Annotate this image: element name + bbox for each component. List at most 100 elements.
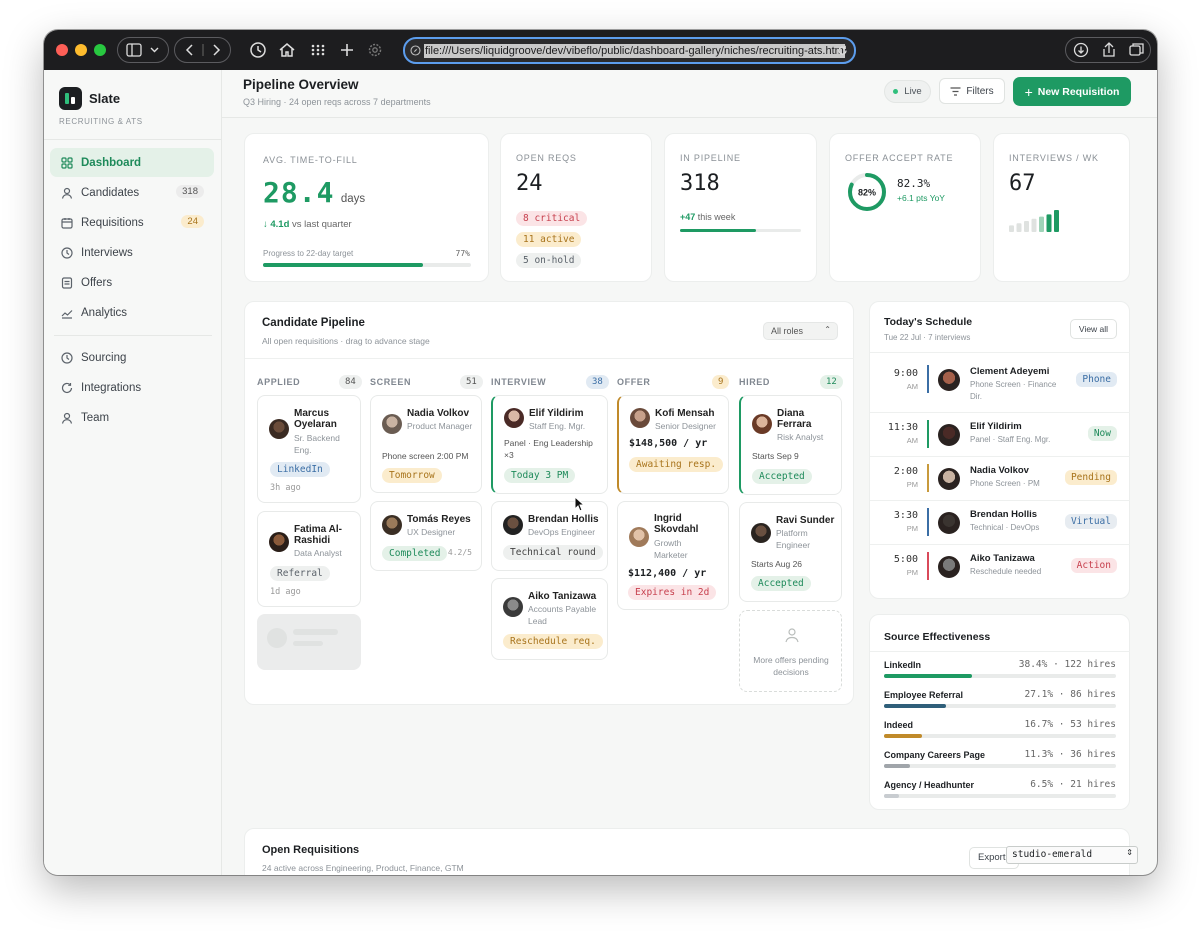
kpi-label: OPEN REQS — [516, 153, 577, 163]
candidate-card[interactable]: Aiko Tanizawa Accounts Payable Lead Resc… — [491, 578, 608, 660]
candidate-role: Sr. Backend Eng. — [294, 433, 340, 455]
schedule-row[interactable]: 3:30 PM Brendan Hollis Technical · DevOps Vi… — [870, 500, 1130, 544]
spark-bar — [1009, 225, 1014, 232]
candidate-card[interactable]: Tomás Reyes UX Designer Completed 4.2/5 — [370, 501, 482, 571]
brand-name: Slate — [89, 91, 121, 106]
schedule-time: 2:00 — [893, 466, 918, 477]
candidate-note: Starts Aug 26 — [751, 559, 803, 569]
tabs-overview-icon[interactable] — [1129, 43, 1144, 56]
avatar — [752, 414, 772, 434]
candidate-role: Accounts Payable Lead — [528, 604, 597, 626]
candidate-card[interactable]: Fatima Al-Rashidi Data Analyst Referral … — [257, 511, 361, 607]
new-requisition-button[interactable]: + New Requisition — [1013, 77, 1131, 106]
refresh-icon — [60, 381, 74, 395]
sidebar-item-offers[interactable]: Offers — [50, 268, 214, 297]
onhold-badge: 5 on-hold — [516, 253, 582, 268]
kpi-delta: +6.1 pts YoY — [897, 193, 945, 203]
page-header: Pipeline Overview Q3 Hiring · 24 open re… — [222, 70, 1157, 118]
schedule-time: 9:00 — [893, 368, 918, 379]
spark-bar — [1046, 214, 1052, 232]
panel-title: Open Requisitions — [262, 844, 360, 856]
offer-amount: $112,400 / yr — [628, 568, 707, 579]
home-icon[interactable] — [275, 38, 299, 62]
kpi-value: 318 — [680, 171, 720, 196]
avatar — [751, 523, 771, 543]
candidate-name: Elif Yildirim — [529, 408, 584, 419]
status-tag: Today 3 PM — [504, 468, 576, 483]
download-icon[interactable] — [1073, 42, 1089, 58]
candidate-card[interactable]: Elif Yildirim Staff Eng. Mgr. Panel · En… — [491, 395, 608, 494]
zoom-window-button[interactable] — [94, 44, 106, 56]
kpi-value: 82.3% — [897, 177, 931, 190]
share-icon[interactable] — [1103, 42, 1115, 57]
minimize-window-button[interactable] — [75, 44, 87, 56]
avatar — [630, 408, 650, 428]
settings-gear-icon[interactable] — [363, 38, 387, 62]
candidate-card[interactable]: Ravi Sunder Platform Engineer Starts Aug… — [739, 502, 842, 602]
schedule-tag: Action — [1070, 558, 1117, 573]
candidate-role: DevOps Engineer — [528, 527, 596, 537]
candidate-card[interactable]: Kofi Mensah Senior Designer $148,500 / y… — [617, 395, 729, 494]
forward-icon[interactable] — [213, 44, 221, 56]
address-bar[interactable]: file:///Users/liquidgroove/dev/vibeflo/p… — [403, 37, 856, 64]
column-header-offer: OFFER — [617, 377, 651, 387]
spark-bar — [1039, 216, 1044, 232]
sidebar-item-requisitions[interactable]: Requisitions 24 — [50, 208, 214, 237]
sidebar-icon — [126, 43, 159, 57]
schedule-row[interactable]: 2:00 PM Nadia Volkov Phone Screen · PM Pendi… — [870, 456, 1130, 500]
candidate-name: Nadia Volkov — [407, 408, 470, 419]
schedule-row[interactable]: 5:00 PM Aiko Tanizawa Reschedule needed Acti… — [870, 544, 1130, 588]
schedule-ampm: PM — [906, 480, 918, 489]
back-icon[interactable] — [185, 44, 193, 56]
close-window-button[interactable] — [56, 44, 68, 56]
schedule-row[interactable]: 9:00 AM Clement Adeyemi Phone Screen · Fina… — [870, 365, 1130, 412]
progress-label: Progress to 22-day target — [263, 249, 354, 258]
avatar — [938, 556, 960, 578]
column-header-hired: HIRED — [739, 377, 771, 387]
theme-select[interactable]: studio-emerald ⇕ — [1006, 846, 1138, 864]
new-tab-plus-icon[interactable] — [335, 38, 359, 62]
browser-toolbar: file:///Users/liquidgroove/dev/vibeflo/p… — [44, 30, 1157, 70]
filters-button[interactable]: Filters — [939, 78, 1005, 104]
kpi-value: 28.4 — [263, 176, 335, 209]
grid-apps-icon[interactable] — [306, 38, 330, 62]
panel-title: Today's Schedule — [884, 316, 973, 328]
sidebar-item-interviews[interactable]: Interviews — [50, 238, 214, 267]
sidebar-item-integrations[interactable]: Integrations — [50, 373, 214, 402]
column-header-screen: SCREEN — [370, 377, 412, 387]
sidebar-item-candidates[interactable]: Candidates 318 — [50, 178, 214, 207]
history-clock-icon[interactable] — [246, 38, 270, 62]
source-stat: 27.1% · 86 hires — [1024, 689, 1116, 700]
schedule-ampm: AM — [906, 382, 918, 391]
candidate-card[interactable]: Brendan Hollis DevOps Engineer Technical… — [491, 501, 608, 571]
candidate-note: Phone screen 2:00 PM — [382, 451, 469, 461]
source-bar-track — [884, 794, 1116, 798]
sidebar-item-dashboard[interactable]: Dashboard — [50, 148, 214, 177]
sidebar-item-label: Team — [81, 411, 110, 424]
schedule-time: 3:30 — [893, 510, 918, 521]
avatar — [938, 424, 960, 446]
todays-schedule-panel: Today's Schedule Tue 22 Jul · 7 intervie… — [869, 301, 1130, 599]
schedule-time: 11:30 — [887, 422, 918, 433]
sidebar-item-analytics[interactable]: Analytics — [50, 298, 214, 327]
kpi-delta: +47 — [680, 212, 696, 222]
sidebar-item-team[interactable]: Team — [50, 403, 214, 432]
candidate-card[interactable]: Marcus Oyelaran Sr. Backend Eng. LinkedI… — [257, 395, 361, 503]
sidebar-toggle-button[interactable] — [117, 37, 169, 63]
schedule-accent — [927, 420, 929, 448]
source-row: Agency / Headhunter 6.5% · 21 hires — [870, 777, 1130, 807]
reload-icon[interactable] — [836, 44, 849, 57]
column-header-applied: APPLIED — [257, 377, 301, 387]
roles-filter-select[interactable]: All roles ⌃ — [763, 322, 838, 340]
more-offers-text: More offers pending decisions — [753, 655, 829, 677]
sidebar-item-sourcing[interactable]: Sourcing — [50, 343, 214, 372]
schedule-row[interactable]: 11:30 AM Elif Yildirim Panel · Staff Eng. M… — [870, 412, 1130, 456]
source-list: LinkedIn 38.4% · 122 hires Employee Referr… — [870, 657, 1130, 807]
schedule-detail: Technical · DevOps — [970, 523, 1040, 532]
candidate-card[interactable]: Nadia Volkov Product Manager Phone scree… — [370, 395, 482, 493]
kpi-in-pipeline: IN PIPELINE 318 +47 this week — [664, 133, 817, 282]
candidate-card[interactable]: Diana Ferrara Risk Analyst Starts Sep 9 … — [739, 395, 842, 495]
view-all-button[interactable]: View all — [1070, 319, 1117, 339]
candidate-card[interactable]: Ingrid Skovdahl Growth Marketer $112,400… — [617, 501, 729, 610]
source-row: LinkedIn 38.4% · 122 hires — [870, 657, 1130, 687]
